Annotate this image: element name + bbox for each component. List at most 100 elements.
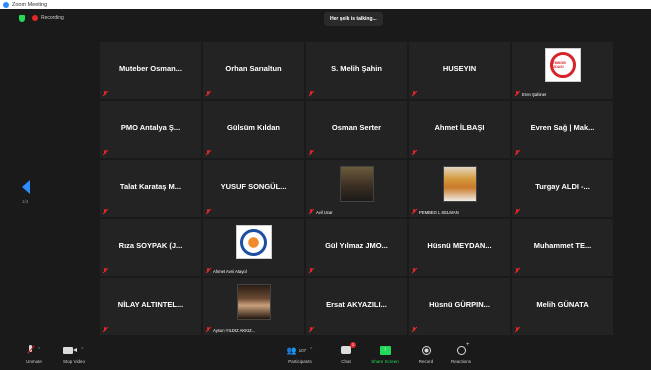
muted-mic-icon: [103, 209, 108, 214]
reactions-label: Reactions: [450, 359, 471, 364]
participant-tile[interactable]: Gülsüm Kıldan: [203, 101, 304, 158]
participant-name: Muteber Osman...: [119, 64, 182, 73]
participant-tile[interactable]: Osman Serter: [306, 101, 407, 158]
muted-mic-icon: [309, 327, 314, 332]
muted-mic-icon: [515, 327, 520, 332]
participant-tile[interactable]: NİLAY ALTINTEL...: [100, 278, 201, 335]
chevron-up-icon[interactable]: ⌃: [37, 347, 41, 353]
muted-microphone-icon: [27, 345, 34, 355]
muted-mic-icon: [309, 268, 314, 273]
participant-tile[interactable]: Avil Ucar: [306, 160, 407, 217]
participant-name: Osman Serter: [331, 123, 382, 132]
window-title: Zoom Meeting: [12, 1, 48, 8]
video-camera-icon: [63, 346, 78, 354]
participant-tile[interactable]: Ahmet Avni Atayol: [203, 219, 304, 276]
participant-name: PMO Antalya Ş...: [120, 123, 181, 132]
participant-tile[interactable]: Muteber Osman...: [100, 42, 201, 99]
chat-label: Chat: [341, 359, 351, 364]
muted-mic-icon: [206, 209, 211, 214]
muted-mic-icon: [412, 209, 417, 214]
participant-tile[interactable]: S. Melih Şahin: [306, 42, 407, 99]
participant-tile[interactable]: Talat Karataş M...: [100, 160, 201, 217]
muted-mic-icon: [515, 268, 520, 273]
participant-name: S. Melih Şahin: [331, 64, 382, 73]
title-bar: Zoom Meeting: [0, 0, 651, 9]
muted-mic-icon: [206, 268, 211, 273]
meeting-top-bar: Recording Her şeik is talking...: [0, 9, 651, 31]
stop-video-button[interactable]: ⌃ Stop Video: [52, 343, 96, 364]
participant-caption: Avil Ucar: [316, 210, 333, 215]
encryption-shield-icon[interactable]: [19, 15, 25, 22]
chat-unread-badge: 2: [350, 342, 356, 348]
participants-icon: 👥: [286, 345, 297, 355]
logo-text: TMMOB ODASI: [552, 61, 566, 69]
reactions-button[interactable]: Reactions: [439, 342, 483, 365]
participant-name: Orhan Sarıaltun: [225, 64, 282, 73]
participant-tile[interactable]: TMMOB ODASI Eren Şahiner: [512, 42, 613, 99]
participant-tile[interactable]: Evren Sağ | Mak...: [512, 101, 613, 158]
participant-tile[interactable]: Melih GÜNATA: [512, 278, 613, 335]
participant-tile[interactable]: Hüsnü GÜRPIN...: [409, 278, 510, 335]
record-icon: [421, 345, 431, 355]
participant-tile[interactable]: YUSUF SONGÜL...: [203, 160, 304, 217]
unmute-button[interactable]: ⌃ Unmute: [12, 343, 56, 364]
participant-tile[interactable]: PMO Antalya Ş...: [100, 101, 201, 158]
muted-mic-icon: [206, 150, 211, 155]
participant-caption: Ahmet Avni Atayol: [213, 269, 247, 274]
muted-mic-icon: [515, 209, 520, 214]
muted-mic-icon: [103, 150, 108, 155]
muted-mic-icon: [206, 91, 211, 96]
muted-mic-icon: [412, 150, 417, 155]
participant-tile[interactable]: Orhan Sarıaltun: [203, 42, 304, 99]
participant-name: Muhammet TE...: [533, 241, 592, 250]
muted-mic-icon: [309, 150, 314, 155]
participant-name: YUSUF SONGÜL...: [220, 182, 287, 191]
participant-name: Gül Yılmaz JMO...: [325, 241, 388, 250]
stop-video-label: Stop Video: [63, 359, 85, 364]
active-speaker-indicator: Her şeik is talking...: [324, 12, 383, 26]
participant-tile[interactable]: Muhammet TE...: [512, 219, 613, 276]
participant-tile[interactable]: Gül Yılmaz JMO...: [306, 219, 407, 276]
muted-mic-icon: [103, 268, 108, 273]
participant-tile[interactable]: Rıza SOYPAK (J...: [100, 219, 201, 276]
participants-button[interactable]: 👥 107 ⌃ Participants: [278, 343, 322, 365]
participant-tile[interactable]: Hüsnü MEYDAN...: [409, 219, 510, 276]
muted-mic-icon: [103, 91, 108, 96]
chat-button[interactable]: 2 Chat: [324, 342, 368, 364]
muted-mic-icon: [103, 327, 108, 332]
participant-name: HUSEYIN: [442, 64, 477, 73]
muted-mic-icon: [309, 91, 314, 96]
participant-gallery: Muteber Osman... Orhan Sarıaltun S. Melih …: [100, 42, 640, 335]
participant-tile[interactable]: Aysun YILDIZ AKKIZ...: [203, 278, 304, 335]
chat-icon: 2: [341, 342, 356, 354]
participant-tile[interactable]: Ersat AKYAZILI...: [306, 278, 407, 335]
unmute-label: Unmute: [26, 359, 42, 364]
participant-tile[interactable]: HUSEYIN: [409, 42, 510, 99]
zoom-app-icon: [3, 1, 9, 8]
participant-logo-avatar: [235, 225, 272, 259]
participant-logo-avatar: TMMOB ODASI: [544, 48, 581, 82]
participant-name: Hüsnü MEYDAN...: [427, 241, 492, 250]
participant-name: Gülsüm Kıldan: [227, 123, 280, 132]
participant-name: Turgay ALDI -...: [535, 182, 590, 191]
muted-mic-icon: [412, 268, 417, 273]
participant-name: Evren Sağ | Mak...: [530, 123, 595, 132]
participant-tile[interactable]: Turgay ALDI -...: [512, 160, 613, 217]
muted-mic-icon: [515, 150, 520, 155]
page-indicator: 1/4: [22, 199, 29, 204]
meeting-toolbar: ⌃ Unmute ⌃ Stop Video 👥 107 ⌃ Participants…: [0, 340, 651, 370]
participant-name: NİLAY ALTINTEL...: [117, 300, 184, 309]
chevron-up-icon[interactable]: ⌃: [309, 347, 313, 353]
muted-mic-icon: [309, 209, 314, 214]
chevron-up-icon[interactable]: ⌃: [80, 347, 84, 353]
muted-mic-icon: [206, 327, 211, 332]
previous-page-arrow-icon[interactable]: [22, 180, 30, 194]
participant-name: Talat Karataş M...: [119, 182, 182, 191]
reactions-emoji-icon: [456, 342, 470, 355]
participant-tile[interactable]: PEMBEG L SELMAN: [409, 160, 510, 217]
participant-tile[interactable]: Ahmet İLBAŞI: [409, 101, 510, 158]
participant-name: Melih GÜNATA: [536, 300, 589, 309]
muted-mic-icon: [412, 327, 417, 332]
share-screen-button[interactable]: ↑ Share Screen: [363, 343, 407, 364]
recording-label[interactable]: Recording: [41, 15, 64, 21]
